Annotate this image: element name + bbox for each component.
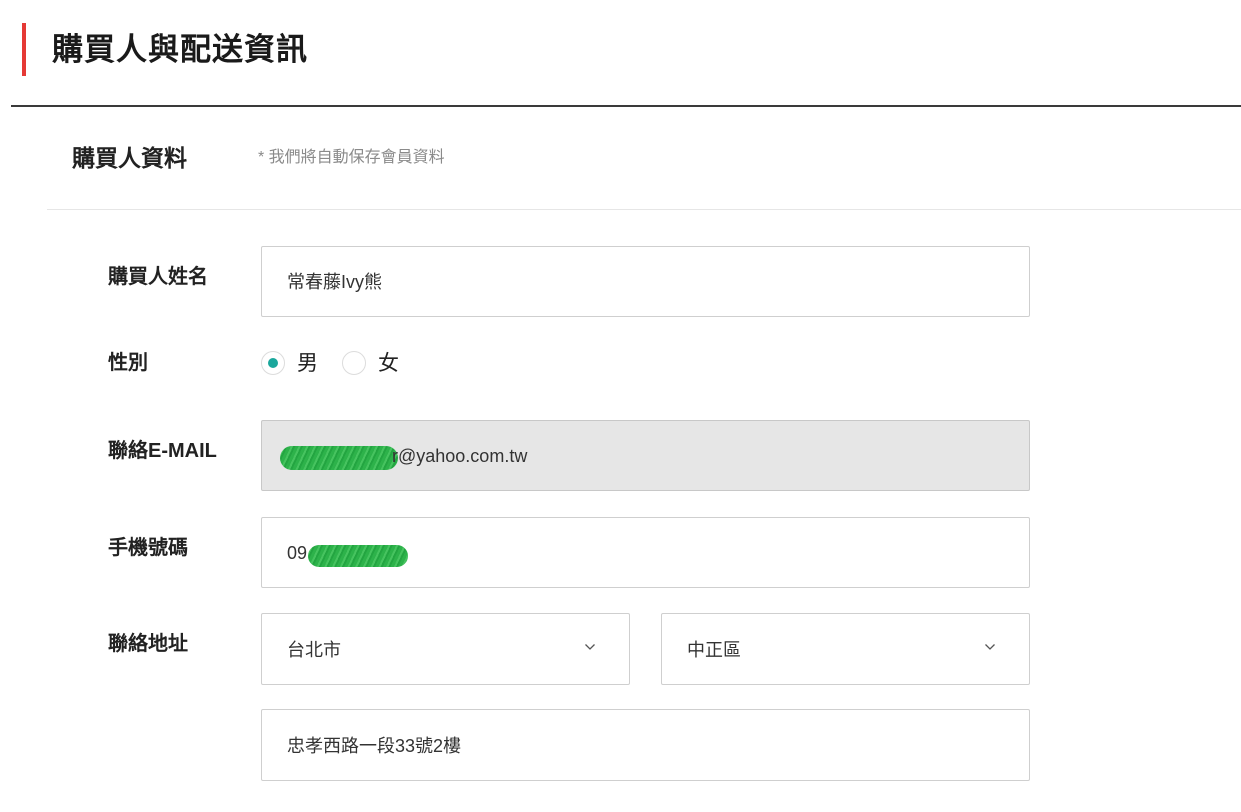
address-label: 聯絡地址 <box>108 633 188 655</box>
phone-label: 手機號碼 <box>108 537 188 559</box>
radio-checked-icon <box>261 351 285 375</box>
email-label: 聯絡E-MAIL <box>108 440 217 462</box>
redaction-scribble <box>308 545 408 567</box>
page-title: 購買人與配送資訊 <box>52 32 308 67</box>
page-header: 購買人與配送資訊 <box>0 0 1241 107</box>
buyer-name-input[interactable]: 常春藤Ivy熊 <box>261 246 1030 317</box>
email-value: r@yahoo.com.tw <box>392 446 528 466</box>
buyer-name-value: 常春藤Ivy熊 <box>287 272 383 292</box>
street-address-value: 忠孝西路一段33號2樓 <box>287 736 462 756</box>
chevron-down-icon <box>585 644 595 650</box>
redaction-scribble <box>280 446 398 470</box>
district-select[interactable]: 中正區 <box>661 613 1030 685</box>
street-address-input[interactable]: 忠孝西路一段33號2樓 <box>261 709 1030 781</box>
title-accent-bar <box>22 23 26 76</box>
city-select[interactable]: 台北市 <box>261 613 630 685</box>
phone-value: 09 <box>287 543 308 563</box>
buyer-section-header: 購買人資料 * 我們將自動保存會員資料 <box>0 107 1241 210</box>
gender-female-label: 女 <box>378 352 399 375</box>
radio-unchecked-icon <box>342 351 366 375</box>
phone-input[interactable]: 09 <box>261 517 1030 588</box>
autosave-note: * 我們將自動保存會員資料 <box>258 149 445 166</box>
chevron-down-icon <box>985 644 995 650</box>
city-select-value: 台北市 <box>287 640 341 660</box>
district-select-value: 中正區 <box>687 640 741 660</box>
buyer-section-title: 購買人資料 <box>72 145 187 171</box>
gender-male-label: 男 <box>297 352 318 375</box>
section-divider <box>47 209 1241 210</box>
buyer-name-label: 購買人姓名 <box>108 266 208 288</box>
gender-label: 性別 <box>108 352 148 374</box>
email-field: r@yahoo.com.tw <box>261 420 1030 491</box>
